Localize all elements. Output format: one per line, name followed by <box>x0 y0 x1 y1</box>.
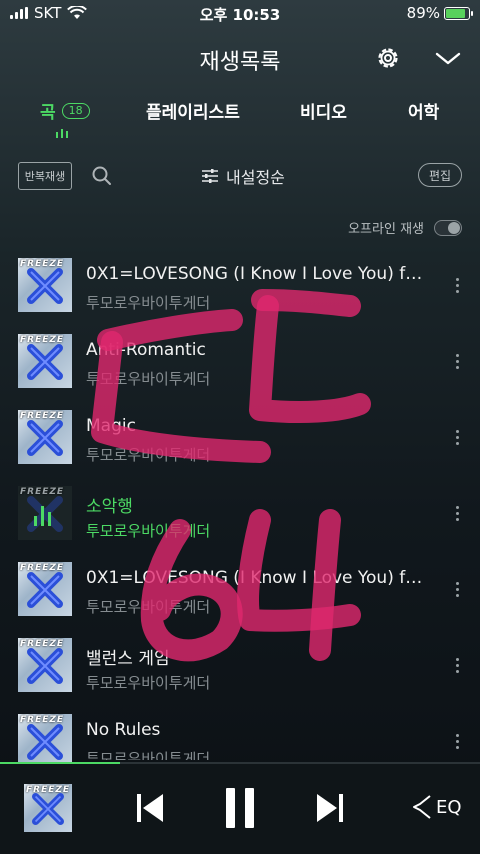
more-icon[interactable] <box>450 658 464 678</box>
sort-dropdown[interactable]: 내설정순 <box>200 164 285 188</box>
song-artist: 투모로우바이투게더 <box>86 750 211 760</box>
album-cover: FREEZE <box>18 410 72 464</box>
song-artist: 투모로우바이투게더 <box>86 370 211 388</box>
more-icon[interactable] <box>450 430 464 450</box>
battery-icon <box>444 6 473 20</box>
sliders-icon <box>202 169 218 183</box>
speaker-icon <box>413 795 431 819</box>
list-item[interactable]: FREEZE 0X1=LOVESONG (I Know I Love You) … <box>0 558 480 634</box>
edit-button[interactable]: 편집 <box>418 163 462 187</box>
offline-play-row: 오프라인 재생 <box>348 218 462 237</box>
album-cover: FREEZE <box>18 258 72 312</box>
mini-player: FREEZE EQ <box>0 764 480 854</box>
song-title: No Rules <box>86 720 161 740</box>
song-title: 소악행 <box>86 497 133 517</box>
album-cover: FREEZE <box>18 638 72 692</box>
header: 재생목록 <box>0 40 480 76</box>
tab-songs-label: 곡 <box>40 103 56 123</box>
album-cover: FREEZE <box>18 486 72 540</box>
tab-playlists[interactable]: 플레이리스트 <box>146 98 240 123</box>
more-icon[interactable] <box>450 506 464 526</box>
battery-percent: 89% <box>406 4 440 22</box>
previous-track-icon[interactable] <box>134 790 166 826</box>
pause-icon[interactable] <box>222 786 258 830</box>
song-title: 0X1=LOVESONG (I Know I Love You) fe... <box>86 568 426 588</box>
more-icon[interactable] <box>450 582 464 602</box>
song-artist: 투모로우바이투게더 <box>86 446 211 464</box>
song-title: 밸런스 게임 <box>86 649 170 669</box>
list-item[interactable]: FREEZE 0X1=LOVESONG (I Know I Love You) … <box>0 254 480 330</box>
eq-button[interactable]: EQ <box>412 794 462 820</box>
album-cover: FREEZE <box>18 562 72 616</box>
song-artist: 투모로우바이투게더 <box>86 598 211 616</box>
offline-play-label: 오프라인 재생 <box>348 222 424 237</box>
offline-play-toggle[interactable] <box>434 219 462 236</box>
list-item[interactable]: FREEZE Anti-Romantic 투모로우바이투게더 <box>0 330 480 406</box>
song-title: 0X1=LOVESONG (I Know I Love You) fe... <box>86 264 426 284</box>
playing-indicator-icon <box>56 128 68 138</box>
song-artist: 투모로우바이투게더 <box>86 522 211 540</box>
song-title: Anti-Romantic <box>86 340 206 360</box>
player-album-cover[interactable]: FREEZE <box>24 784 72 832</box>
sort-label: 내설정순 <box>226 168 285 187</box>
status-bar: SKT 오후 10:53 89% <box>0 0 480 28</box>
search-icon[interactable] <box>90 164 114 188</box>
more-icon[interactable] <box>450 734 464 754</box>
more-icon[interactable] <box>450 354 464 374</box>
eq-label: EQ <box>436 796 462 818</box>
list-item[interactable]: FREEZE 밸런스 게임 투모로우바이투게더 <box>0 634 480 710</box>
tab-videos[interactable]: 비디오 <box>300 98 347 123</box>
tab-language[interactable]: 어학 <box>408 98 439 123</box>
more-icon[interactable] <box>450 278 464 298</box>
song-title: Magic <box>86 416 136 436</box>
tab-bar: 곡 18 플레이리스트 비디오 어학 <box>0 98 480 144</box>
album-cover: FREEZE <box>18 714 72 768</box>
song-artist: 투모로우바이투게더 <box>86 674 211 692</box>
song-count-badge: 18 <box>61 102 90 119</box>
next-track-icon[interactable] <box>314 790 346 826</box>
equalizer-icon <box>34 504 51 526</box>
album-cover: FREEZE <box>18 334 72 388</box>
repeat-button[interactable]: 반복재생 <box>18 162 72 190</box>
list-item-now-playing[interactable]: FREEZE 소악행 투모로우바이투게더 <box>0 482 480 558</box>
tab-songs[interactable]: 곡 18 <box>40 98 90 138</box>
page-title: 재생목록 <box>199 50 281 75</box>
chevron-down-icon[interactable] <box>434 46 462 70</box>
list-toolbar: 반복재생 내설정순 편집 <box>0 158 480 194</box>
list-item[interactable]: FREEZE Magic 투모로우바이투게더 <box>0 406 480 482</box>
song-artist: 투모로우바이투게더 <box>86 294 211 312</box>
gear-icon[interactable] <box>374 44 402 72</box>
